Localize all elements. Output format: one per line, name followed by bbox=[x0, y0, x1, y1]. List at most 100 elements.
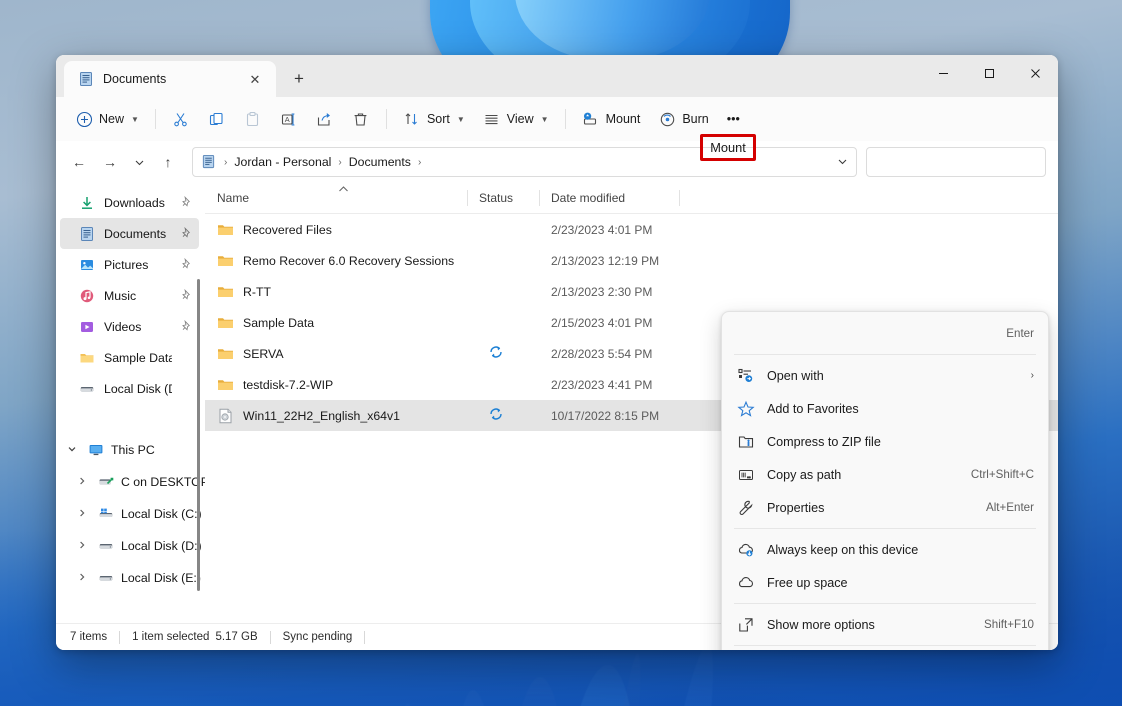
tab-documents[interactable]: Documents ✕ bbox=[64, 61, 276, 97]
menu-item-always-keep-on-device[interactable]: Always keep on this device bbox=[726, 533, 1044, 566]
view-icon bbox=[483, 110, 501, 128]
file-name-cell: SERVA bbox=[205, 338, 467, 369]
menu-item-label: Free up space bbox=[767, 575, 848, 590]
copy-button[interactable] bbox=[199, 103, 235, 135]
menu-item-free-up-space[interactable]: Free up space bbox=[726, 566, 1044, 599]
sidebar-item-local-disk-c[interactable]: Local Disk (C:) bbox=[60, 498, 202, 530]
menu-item-properties[interactable]: Properties Alt+Enter bbox=[726, 491, 1044, 524]
new-tab-button[interactable]: + bbox=[282, 63, 316, 95]
paste-icon bbox=[244, 110, 262, 128]
back-button[interactable]: ← bbox=[64, 147, 94, 177]
sidebar-label: Local Disk (E:) bbox=[121, 571, 201, 585]
menu-item-accel: Enter bbox=[1006, 327, 1034, 340]
sidebar-item-c-on-desktop[interactable]: C on DESKTOP bbox=[60, 466, 205, 498]
column-header-status[interactable]: Status bbox=[467, 183, 539, 213]
chevron-down-icon: ▼ bbox=[131, 114, 139, 124]
maximize-button[interactable] bbox=[966, 55, 1012, 91]
sidebar-item-tree-local-disk-d[interactable]: Local Disk (D:) bbox=[60, 530, 202, 562]
column-header-type[interactable] bbox=[679, 183, 1058, 213]
forward-button[interactable]: → bbox=[95, 147, 125, 177]
table-row[interactable]: Remo Recover 6.0 Recovery Sessions 2/13/… bbox=[205, 245, 1058, 276]
menu-item-add-to-favorites[interactable]: Add to Favorites bbox=[726, 392, 1044, 425]
address-dropdown-icon[interactable] bbox=[831, 156, 848, 169]
pin-icon bbox=[181, 226, 193, 241]
window-controls bbox=[920, 55, 1058, 91]
sidebar-item-downloads[interactable]: Downloads bbox=[60, 187, 199, 218]
close-window-button[interactable] bbox=[1012, 55, 1058, 91]
file-status-cell bbox=[467, 214, 539, 245]
rename-button[interactable]: A bbox=[271, 103, 307, 135]
plus-circle-icon bbox=[75, 110, 93, 128]
menu-item-mount[interactable]: Enter bbox=[726, 317, 1044, 350]
chevron-down-icon: ▼ bbox=[456, 114, 465, 124]
context-menu: Enter Open with › Add to Favorites Compr… bbox=[721, 311, 1049, 650]
sidebar-item-sample-data[interactable]: Sample Data bbox=[60, 342, 199, 373]
twisty-expanded-icon[interactable] bbox=[64, 444, 80, 456]
search-input[interactable] bbox=[866, 147, 1046, 177]
pin-icon bbox=[181, 288, 193, 303]
burn-button[interactable]: Burn bbox=[649, 103, 717, 135]
this-pc-icon bbox=[87, 442, 104, 459]
new-button[interactable]: New ▼ bbox=[66, 103, 148, 135]
sort-button[interactable]: Sort ▼ bbox=[394, 103, 474, 135]
recent-locations-button[interactable] bbox=[126, 147, 152, 177]
view-button-label: View bbox=[506, 112, 534, 126]
menu-item-accel: Shift+F10 bbox=[984, 618, 1034, 631]
breadcrumb-separator: › bbox=[338, 156, 342, 168]
sidebar-item-music[interactable]: Music bbox=[60, 280, 199, 311]
column-header-date-label: Date modified bbox=[551, 191, 626, 205]
menu-item-copy-as-path[interactable]: Copy as path Ctrl+Shift+C bbox=[726, 458, 1044, 491]
documents-icon bbox=[78, 225, 95, 242]
twisty-collapsed-icon[interactable] bbox=[74, 476, 90, 488]
close-tab-icon[interactable]: ✕ bbox=[244, 68, 266, 90]
table-row[interactable]: R-TT 2/13/2023 2:30 PM bbox=[205, 276, 1058, 307]
column-header-date-modified[interactable]: Date modified bbox=[539, 183, 679, 213]
paste-button[interactable] bbox=[235, 103, 271, 135]
copy-path-icon bbox=[736, 465, 755, 484]
file-status-cell bbox=[467, 338, 539, 369]
more-options-icon bbox=[736, 615, 755, 634]
sidebar-scrollbar[interactable] bbox=[197, 279, 200, 591]
sort-button-label: Sort bbox=[426, 112, 450, 126]
sidebar-label: Music bbox=[104, 288, 137, 303]
breadcrumb-jordan-personal[interactable]: Jordan - Personal bbox=[234, 155, 331, 169]
file-date-cell: 2/13/2023 12:19 PM bbox=[551, 253, 660, 268]
menu-item-compress-to-zip[interactable]: Compress to ZIP file bbox=[726, 425, 1044, 458]
sidebar-item-tree-local-disk-e[interactable]: Local Disk (E:) bbox=[60, 562, 201, 594]
menu-item-accel: Ctrl+Shift+C bbox=[970, 468, 1034, 481]
menu-item-show-more-options[interactable]: Show more options Shift+F10 bbox=[726, 608, 1044, 641]
sidebar-item-local-disk-d[interactable]: Local Disk (D:) bbox=[60, 373, 199, 404]
delete-button[interactable] bbox=[343, 103, 379, 135]
menu-separator bbox=[734, 528, 1036, 529]
cut-button[interactable] bbox=[163, 103, 199, 135]
status-divider bbox=[269, 630, 271, 644]
twisty-collapsed-icon[interactable] bbox=[74, 508, 90, 520]
breadcrumb-documents[interactable]: Documents bbox=[349, 155, 411, 169]
minimize-button[interactable] bbox=[920, 55, 966, 91]
share-icon bbox=[316, 110, 334, 128]
file-name-cell: Recovered Files bbox=[205, 214, 467, 245]
twisty-collapsed-icon[interactable] bbox=[74, 540, 90, 552]
sidebar-item-pictures[interactable]: Pictures bbox=[60, 249, 199, 280]
sidebar-item-videos[interactable]: Videos bbox=[60, 311, 199, 342]
more-toolbar-button[interactable]: ••• bbox=[718, 103, 749, 135]
sidebar-item-this-pc[interactable]: This PC bbox=[60, 434, 199, 466]
pin-icon bbox=[181, 257, 193, 272]
view-button[interactable]: View ▼ bbox=[474, 103, 558, 135]
twisty-collapsed-icon[interactable] bbox=[74, 572, 90, 584]
mount-toolbar-button[interactable]: Mount bbox=[573, 103, 650, 135]
share-button[interactable] bbox=[307, 103, 343, 135]
status-divider bbox=[364, 630, 366, 644]
open-with-icon bbox=[736, 366, 755, 385]
sidebar-label: Documents bbox=[104, 226, 167, 241]
address-breadcrumb-bar[interactable]: › Jordan - Personal › Documents › bbox=[192, 147, 857, 177]
folder-icon bbox=[217, 346, 234, 362]
column-header-name-label: Name bbox=[217, 191, 250, 205]
table-row[interactable]: Recovered Files 2/23/2023 4:01 PM bbox=[205, 214, 1058, 245]
up-button[interactable]: ↑ bbox=[153, 147, 183, 177]
menu-item-open-with[interactable]: Open with › bbox=[726, 359, 1044, 392]
chevron-right-icon: › bbox=[1030, 370, 1034, 381]
column-header-name[interactable]: Name bbox=[205, 183, 467, 213]
sidebar-item-documents[interactable]: Documents bbox=[60, 218, 199, 249]
sidebar-label: Downloads bbox=[104, 195, 165, 210]
